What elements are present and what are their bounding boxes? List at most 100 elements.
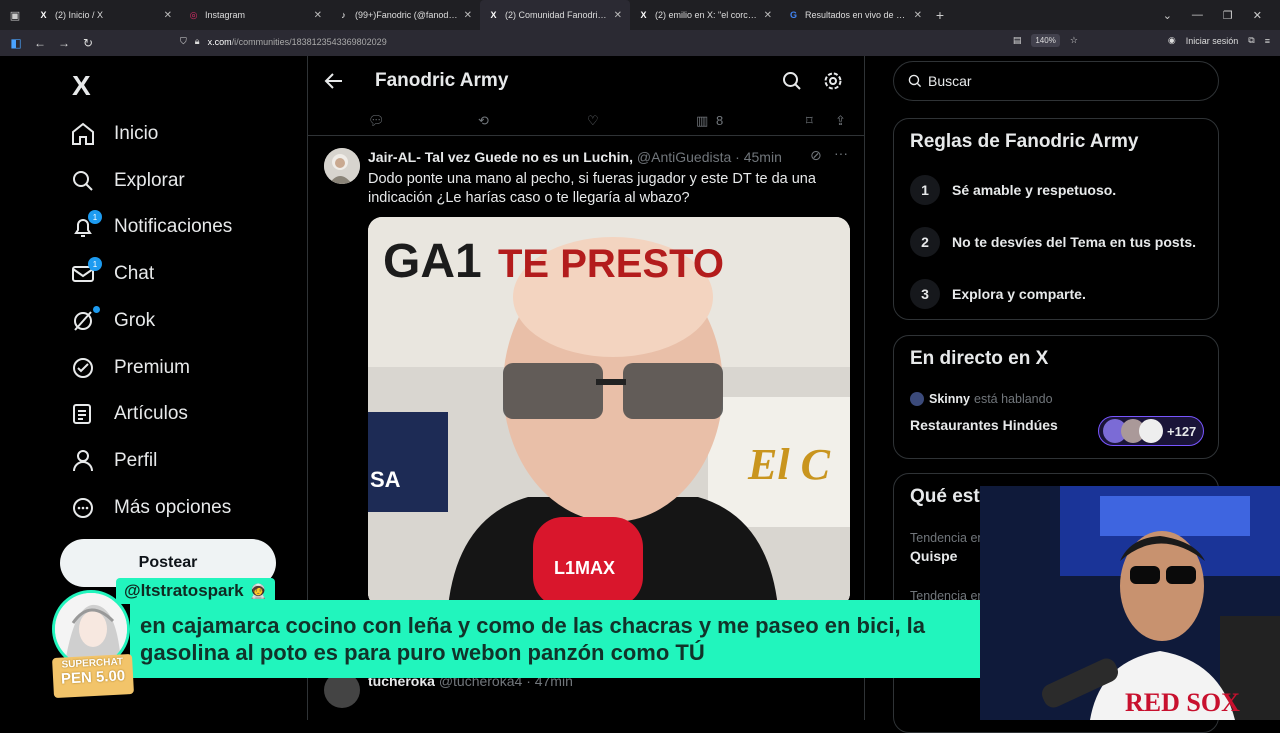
live-status: está hablando <box>974 392 1053 406</box>
live-host-row[interactable]: Skinny está hablando <box>910 392 1053 406</box>
browser-tab[interactable]: X (2) Comunidad Fanodric Army / ✕ <box>480 0 630 30</box>
search-icon <box>70 168 96 194</box>
sidebar-item-perfil[interactable]: Perfil <box>70 441 157 481</box>
sidebar-item-label: Artículos <box>114 403 188 425</box>
tweet-media-image[interactable]: GA1 TE PRESTO SA El C L1MAX <box>368 217 850 607</box>
search-icon <box>908 74 922 88</box>
chevron-down-icon[interactable]: ⌄ <box>1163 9 1172 22</box>
minimize-icon[interactable]: — <box>1192 9 1203 21</box>
views-icon[interactable]: ▥ <box>696 113 708 129</box>
live-topic[interactable]: Restaurantes Hindúes <box>910 417 1058 433</box>
tab-close-icon[interactable]: ✕ <box>464 10 472 21</box>
browser-tab[interactable]: ♪ (99+)Fanodric (@fanodric) | Tik ✕ <box>330 0 480 30</box>
tweet-text: Dodo ponte una mano al pecho, si fueras … <box>368 171 816 206</box>
share-icon[interactable]: ⇪ <box>835 113 846 129</box>
mail-icon: 1 <box>70 257 102 287</box>
more-icon[interactable]: ··· <box>834 145 848 161</box>
superchat-username: @ltstratospark 🧑‍🚀︎ <box>116 578 275 604</box>
browser-tab[interactable]: X (2) Inicio / X ✕ <box>30 0 180 30</box>
sidebar-item-label: Más opciones <box>114 496 232 518</box>
live-host: Skinny <box>929 392 970 406</box>
reply-icon[interactable]: 💬︎ <box>368 113 385 129</box>
bookmark-star-icon[interactable]: ☆ <box>1070 35 1078 46</box>
browser-tab[interactable]: ◎ Instagram ✕ <box>180 0 330 30</box>
reload-icon[interactable]: ↻ <box>76 36 100 50</box>
host-avatar <box>910 392 924 406</box>
tab-close-icon[interactable]: ✕ <box>764 10 772 21</box>
sidebar-item-label: Perfil <box>114 449 158 471</box>
reader-icon[interactable]: ▤ <box>1013 35 1022 46</box>
shield-icon: ⛉ <box>180 36 187 46</box>
x-logo[interactable]: X <box>72 70 91 102</box>
grok-icon <box>70 305 100 334</box>
sidebar-item-premium[interactable]: Premium <box>70 348 190 388</box>
tab-favicon-icon: G <box>789 10 797 20</box>
close-icon[interactable]: ✕ <box>1253 9 1262 22</box>
rules-title: Reglas de Fanodric Army <box>910 131 1139 152</box>
tab-favicon-icon: X <box>40 10 47 20</box>
back-arrow-icon[interactable] <box>324 71 344 91</box>
sidebar-item-label: Inicio <box>114 123 159 144</box>
extensions-icon[interactable]: ⧉ <box>1248 35 1254 46</box>
rule-number: 1 <box>910 175 940 205</box>
like-icon[interactable]: ♡ <box>587 113 599 129</box>
rule-item[interactable]: 3 Explora y comparte. <box>910 279 1086 309</box>
shirt-text: RED SOX <box>1125 688 1240 717</box>
rule-number: 2 <box>910 227 940 257</box>
browser-tab[interactable]: X (2) emilio en X: "el corcho y el c ✕ <box>630 0 780 30</box>
signin-button[interactable]: Iniciar sesión <box>1186 36 1239 46</box>
window-controls: ⌄ — ❐ ✕ <box>1163 0 1280 30</box>
tweet-avatar[interactable] <box>324 148 360 184</box>
browser-tab[interactable]: G Resultados en vivo de Champio ✕ <box>780 0 930 30</box>
sidebar-toggle-icon[interactable]: ◧ <box>4 36 28 50</box>
bell-icon: 1 <box>70 210 102 240</box>
sidebar-item-más-opciones[interactable]: Más opciones <box>70 488 231 528</box>
sidebar-item-explorar[interactable]: Explorar <box>70 161 185 201</box>
rule-item[interactable]: 1 Sé amable y respetuoso. <box>910 175 1116 205</box>
new-tab-icon[interactable]: + <box>930 7 950 23</box>
forward-icon[interactable]: → <box>52 36 76 50</box>
tab-close-icon[interactable]: ✕ <box>164 10 172 21</box>
bookmark-icon[interactable]: ⌑ <box>806 113 813 129</box>
search-icon[interactable] <box>782 71 802 91</box>
tab-close-icon[interactable]: ✕ <box>614 10 622 21</box>
live-title: En directo en X <box>910 348 1049 369</box>
tweet-time[interactable]: · 45min <box>735 149 782 165</box>
community-title: Fanodric Army <box>375 70 509 91</box>
community-rules-card: Reglas de Fanodric Army 1 Sé amable y res… <box>893 118 1219 320</box>
webcam-overlay: RED SOX <box>980 486 1280 720</box>
tab-close-icon[interactable]: ✕ <box>314 10 322 21</box>
trend-name[interactable]: Quispe <box>910 548 957 564</box>
grok-icon[interactable]: ⊘ <box>810 147 822 164</box>
rule-text: Sé amable y respetuoso. <box>952 182 1117 198</box>
tweet-author-name[interactable]: Jair-AL- Tal vez Guede no es un Luchin, <box>368 149 633 165</box>
live-listeners-pill[interactable]: +127 <box>1098 416 1204 446</box>
retweet-icon[interactable]: ⟲ <box>478 113 489 129</box>
rule-item[interactable]: 2 No te desvíes del Tema en tus posts. <box>910 227 1196 257</box>
tab-close-icon[interactable]: ✕ <box>914 10 922 21</box>
sidebar-item-inicio[interactable]: Inicio <box>70 114 158 154</box>
gear-icon[interactable] <box>823 71 843 91</box>
superchat-badge: SUPERCHAT PEN 5.00 <box>52 653 134 699</box>
tab-list-icon[interactable]: ▣ <box>0 9 30 22</box>
zoom-level[interactable]: 140% <box>1031 34 1060 47</box>
browser-tab-bar: ▣ X (2) Inicio / X ✕ ◎ Instagram ✕ ♪ (99+)Fanod… <box>0 0 1280 30</box>
restore-icon[interactable]: ❐ <box>1223 9 1233 22</box>
live-card: En directo en X Skinny está hablando Res… <box>893 335 1219 459</box>
sidebar-item-chat[interactable]: 1 Chat <box>70 254 154 294</box>
account-icon[interactable]: ◉ <box>1168 35 1176 46</box>
tweet-handle[interactable]: @AntiGuedista <box>637 149 731 165</box>
sidebar-item-notificaciones[interactable]: 1 Notificaciones <box>70 207 232 247</box>
url-field[interactable]: ⛉ 🔒︎ x.com/i/communities/183812354336980… <box>180 36 387 47</box>
person-icon <box>70 448 96 474</box>
article-icon <box>70 401 96 427</box>
search-input[interactable]: Buscar <box>893 61 1219 101</box>
trend-label: Tendencia en <box>910 531 985 545</box>
back-icon[interactable]: ← <box>28 36 52 50</box>
rule-number: 3 <box>910 279 940 309</box>
listener-avatar <box>1139 419 1163 443</box>
sidebar-item-grok[interactable]: Grok <box>70 301 155 341</box>
sidebar-item-artículos[interactable]: Artículos <box>70 394 188 434</box>
sidebar-item-label: Notificaciones <box>114 216 233 238</box>
menu-icon[interactable]: ≡ <box>1265 36 1270 46</box>
